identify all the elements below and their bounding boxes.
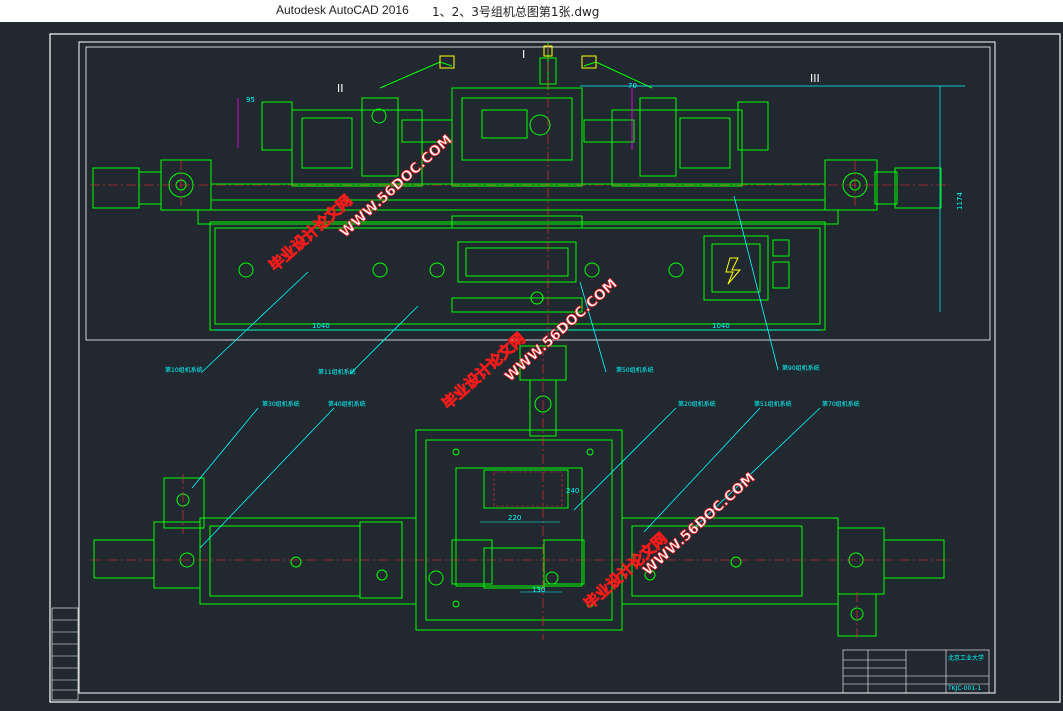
dim-130: 130 (532, 586, 545, 594)
leaders-plan (191, 407, 821, 549)
part-labels-plan: 第30组机系统 第40组机系统 第20组机系统 第51组机系统 第70组机系统 (262, 400, 860, 408)
dim-220: 220 (508, 514, 521, 522)
plan-red-dims (493, 471, 563, 507)
title-bar: Autodesk AutoCAD 2016 1、2、3号组机总图第1张.dwg (0, 0, 1063, 22)
cad-drawing[interactable]: 95 70 1040 1040 1174 I II III 第10组机系统 第1… (0, 22, 1063, 706)
label-p50: 第50组机系统 (616, 366, 654, 374)
label-p40: 第40组机系统 (328, 400, 366, 408)
dim-1040-left: 1040 (312, 322, 330, 330)
left-bom (51, 607, 79, 701)
leaders-top (201, 195, 779, 375)
top-view-frame (85, 46, 991, 341)
roman-label-2: II (337, 82, 344, 95)
dim-1040-right: 1040 (712, 322, 730, 330)
app-title: Autodesk AutoCAD 2016 (276, 3, 409, 17)
file-name: 1、2、3号组机总图第1张.dwg (432, 5, 600, 19)
drawing-canvas[interactable]: 95 70 1040 1040 1174 I II III 第10组机系统 第1… (0, 22, 1063, 706)
dim-95: 95 (246, 96, 255, 104)
dim-240: 240 (566, 487, 579, 495)
drawing-number: TKJC-001-1 (947, 685, 981, 692)
elevation-view (92, 42, 942, 331)
label-p30: 第30组机系统 (262, 400, 300, 408)
label-p11: 第11组机系统 (318, 368, 356, 376)
school-name: 北京工业大学 (948, 654, 984, 662)
roman-label-3: III (810, 72, 820, 85)
label-p20: 第20组机系统 (678, 400, 716, 408)
roman-label-1: I (522, 48, 525, 61)
label-p10: 第10组机系统 (165, 366, 203, 374)
title-block-text: 北京工业大学 TKJC-001-1 (947, 654, 984, 692)
plan-view (93, 345, 945, 637)
label-p90: 第90组机系统 (782, 364, 820, 372)
dim-1174: 1174 (956, 192, 964, 210)
label-p70: 第70组机系统 (822, 400, 860, 408)
dim-70: 70 (628, 82, 637, 90)
label-p51: 第51组机系统 (754, 400, 792, 408)
inner-frame (78, 41, 996, 694)
